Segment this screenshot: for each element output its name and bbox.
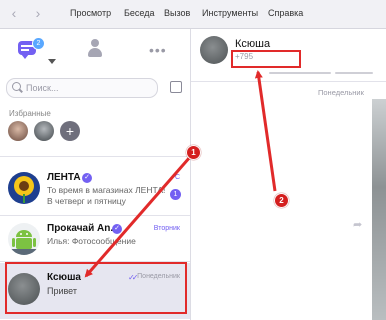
step-marker-1: 1: [186, 145, 201, 160]
step-marker-2: 2: [274, 193, 289, 208]
annotation-arrows: [84, 70, 277, 278]
arrow-2: [254, 70, 277, 192]
arrow-1: [84, 156, 192, 278]
